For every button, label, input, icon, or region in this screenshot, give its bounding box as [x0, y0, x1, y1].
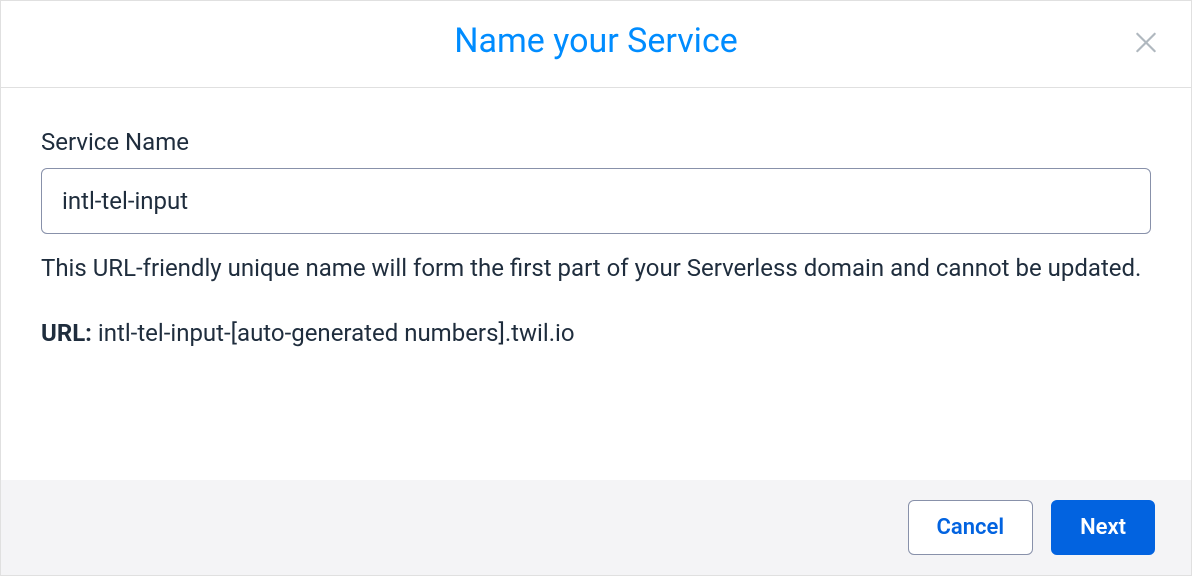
- close-icon: [1133, 30, 1159, 59]
- modal-footer: Cancel Next: [1, 480, 1191, 575]
- modal-body: Service Name This URL-friendly unique na…: [1, 88, 1191, 480]
- name-service-modal: Name your Service Service Name This URL-…: [0, 0, 1192, 576]
- service-name-input[interactable]: [41, 168, 1151, 234]
- modal-header: Name your Service: [1, 1, 1191, 88]
- modal-title: Name your Service: [1, 21, 1191, 61]
- url-preview: URL: intl-tel-input-[auto-generated numb…: [41, 319, 1151, 347]
- close-button[interactable]: [1129, 26, 1163, 63]
- url-label: URL:: [41, 319, 92, 347]
- url-value: intl-tel-input-[auto-generated numbers].…: [98, 319, 575, 347]
- cancel-button[interactable]: Cancel: [908, 500, 1034, 555]
- next-button[interactable]: Next: [1051, 500, 1155, 555]
- help-text: This URL-friendly unique name will form …: [41, 250, 1151, 287]
- service-name-label: Service Name: [41, 128, 1151, 156]
